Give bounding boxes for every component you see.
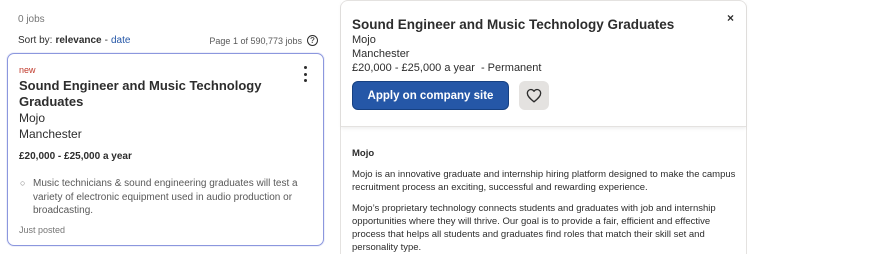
sort-label: Sort by:: [18, 35, 53, 46]
detail-job-type: - Permanent: [480, 62, 542, 74]
job-detail-header: Sound Engineer and Music Technology Grad…: [341, 1, 746, 127]
bullet-icon: ○: [20, 178, 26, 188]
job-detail-panel: Sound Engineer and Music Technology Grad…: [340, 0, 747, 254]
description-section-title: Mojo: [352, 148, 375, 159]
salary: £20,000 - £25,000 a year: [19, 151, 132, 162]
sort-relevance[interactable]: relevance: [55, 35, 101, 46]
sort-separator: -: [104, 35, 108, 46]
detail-job-title: Sound Engineer and Music Technology Grad…: [352, 17, 675, 32]
job-snippet: ○ Music technicians & sound engineering …: [19, 177, 314, 218]
jobs-count: 0 jobs: [18, 14, 45, 25]
company-name: Mojo: [19, 111, 46, 125]
kebab-menu-icon[interactable]: [301, 66, 309, 82]
page-info-text: Page 1 of 590,773 jobs: [209, 35, 302, 46]
description-paragraph: Mojo’s proprietary technology connects s…: [352, 203, 716, 253]
help-circle-icon[interactable]: ?: [307, 35, 318, 46]
job-snippet-text: Music technicians & sound engineering gr…: [33, 178, 298, 216]
description-paragraph: Mojo is an innovative graduate and inter…: [352, 169, 736, 193]
search-results-column: 0 jobs Sort by: relevance - date Page 1 …: [0, 0, 330, 254]
detail-salary: £20,000 - £25,000 a year: [352, 62, 475, 74]
sort-date-link[interactable]: date: [111, 35, 130, 46]
job-card[interactable]: new Sound Engineer and Music Technology …: [7, 53, 324, 246]
detail-company-name[interactable]: Mojo: [352, 34, 376, 46]
job-description: Mojo Mojo is an innovative graduate and …: [352, 147, 737, 262]
job-location: Manchester: [19, 127, 82, 141]
detail-salary-row: £20,000 - £25,000 a year - Permanent: [352, 62, 541, 74]
posted-date: Just posted: [19, 225, 66, 235]
sort-bar: Sort by: relevance - date Page 1 of 590,…: [18, 35, 318, 46]
detail-location: Manchester: [352, 48, 410, 60]
page-info: Page 1 of 590,773 jobs ?: [209, 35, 318, 46]
new-badge: new: [19, 65, 36, 75]
job-title-link[interactable]: Sound Engineer and Music Technology Grad…: [19, 78, 279, 110]
apply-button[interactable]: Apply on company site: [352, 81, 509, 110]
save-job-button[interactable]: [519, 81, 549, 110]
heart-icon: [526, 88, 542, 103]
close-icon[interactable]: ×: [727, 11, 734, 25]
